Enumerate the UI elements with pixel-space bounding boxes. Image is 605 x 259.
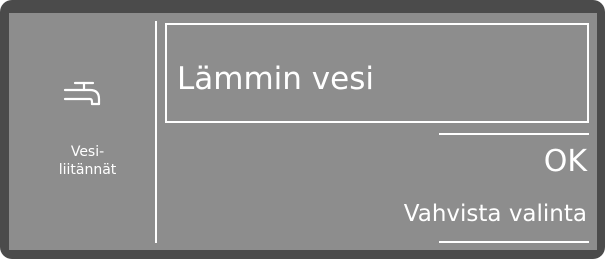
vertical-divider	[155, 21, 157, 243]
category-label-line2: liitännät	[58, 162, 117, 178]
ok-bottom-rule	[439, 241, 589, 243]
ok-top-rule	[439, 133, 589, 135]
category-panel: Vesi- liitännät	[9, 13, 153, 250]
category-label-line1: Vesi-	[70, 144, 105, 160]
water-tap-icon	[63, 81, 101, 106]
display-screen: Vesi- liitännät Lämmin vesi OK Vahvista …	[9, 13, 597, 250]
selected-option-box[interactable]: Lämmin vesi	[165, 23, 589, 123]
display-bezel: Vesi- liitännät Lämmin vesi OK Vahvista …	[0, 0, 605, 259]
ok-button[interactable]: OK	[544, 145, 587, 179]
category-label: Vesi- liitännät	[9, 143, 166, 179]
confirm-selection-label: Vahvista valinta	[403, 201, 587, 227]
selected-option-text: Lämmin vesi	[177, 61, 374, 97]
